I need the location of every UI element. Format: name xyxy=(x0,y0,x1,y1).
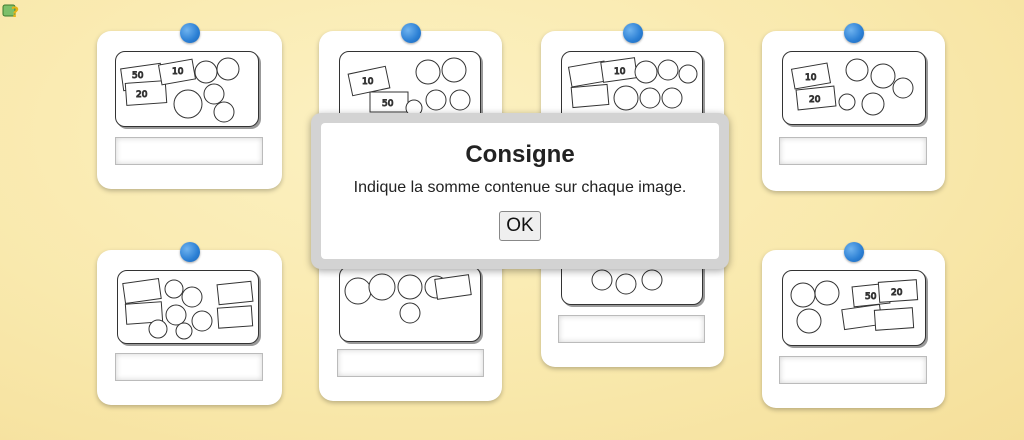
answer-input-3[interactable] xyxy=(558,315,705,343)
dialog-title: Consigne xyxy=(465,141,575,168)
answer-input-4[interactable] xyxy=(779,137,927,165)
money-image xyxy=(117,270,259,344)
pin-icon xyxy=(843,23,864,43)
svg-text:?: ? xyxy=(11,5,19,20)
dialog-body: Consigne Indique la somme contenue sur c… xyxy=(321,123,719,259)
money-image xyxy=(339,266,481,342)
money-card-8: 50 20 xyxy=(762,242,945,408)
answer-input-8[interactable] xyxy=(779,356,927,384)
svg-text:20: 20 xyxy=(891,288,903,298)
money-card-5 xyxy=(97,242,282,405)
ok-button[interactable]: OK xyxy=(499,211,541,241)
money-image: 10 20 xyxy=(782,51,926,125)
money-image: 50 20 xyxy=(782,270,926,346)
svg-text:20: 20 xyxy=(809,95,821,105)
dialog-message: Indique la somme contenue sur chaque ima… xyxy=(353,179,687,196)
answer-input-5[interactable] xyxy=(115,353,263,381)
pin-icon xyxy=(622,23,643,43)
instruction-dialog: Consigne Indique la somme contenue sur c… xyxy=(311,113,729,269)
svg-text:10: 10 xyxy=(805,73,817,83)
pin-icon xyxy=(179,242,200,262)
pin-icon xyxy=(843,242,864,262)
answer-input-2[interactable] xyxy=(337,349,484,377)
help-question-icon[interactable]: ? xyxy=(2,2,20,20)
money-card-1: 50 20 10 xyxy=(97,23,282,189)
svg-text:10: 10 xyxy=(362,77,374,87)
svg-text:10: 10 xyxy=(614,67,626,77)
answer-input-1[interactable] xyxy=(115,137,263,165)
svg-text:50: 50 xyxy=(382,99,394,109)
svg-text:20: 20 xyxy=(136,90,148,100)
money-card-4: 10 20 xyxy=(762,23,945,191)
svg-text:50: 50 xyxy=(132,71,144,81)
money-image: 50 20 10 xyxy=(115,51,259,127)
pin-icon xyxy=(400,23,421,43)
pin-icon xyxy=(179,23,200,43)
svg-text:50: 50 xyxy=(865,292,877,302)
svg-text:10: 10 xyxy=(172,67,184,77)
